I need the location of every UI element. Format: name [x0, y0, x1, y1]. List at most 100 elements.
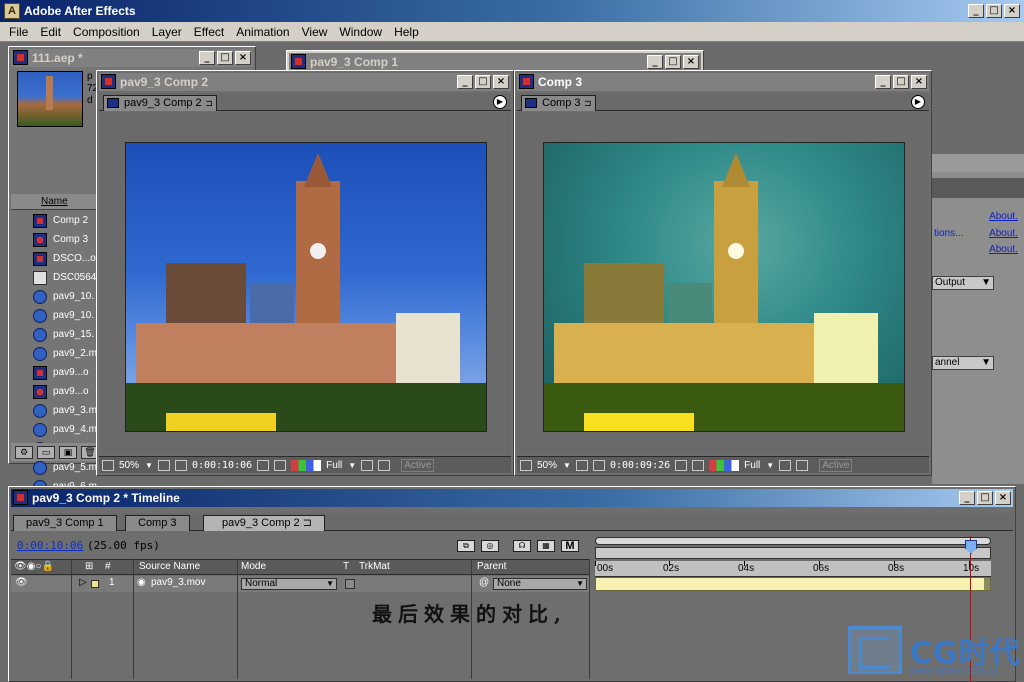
camera-dropdown[interactable]: Active	[401, 458, 435, 472]
project-item[interactable]: Comp 3	[11, 230, 103, 249]
new-comp-icon[interactable]: ▣	[59, 445, 77, 459]
timeline-titlebar[interactable]: pav9_3 Comp 2 * Timeline _ □ ×	[11, 489, 1013, 507]
project-titlebar[interactable]: 111.aep * _ □ ×	[11, 49, 253, 67]
frame-blending-icon[interactable]: ▦	[537, 540, 555, 552]
channel-dropdown[interactable]: annel ▼	[932, 356, 994, 370]
tab-pav9-3-comp1[interactable]: pav9_3 Comp 1	[13, 515, 117, 531]
project-item[interactable]: DSC05641	[11, 268, 103, 287]
project-item[interactable]: pav9...o	[11, 382, 103, 401]
comp1-maximize-button[interactable]: □	[665, 55, 681, 69]
interpret-footage-icon[interactable]: ⚙	[15, 445, 33, 459]
comp3-viewer[interactable]	[517, 112, 929, 455]
snapshot-icon[interactable]	[257, 459, 270, 471]
menu-file[interactable]: File	[3, 25, 34, 39]
project-item[interactable]: pav9_15.	[11, 325, 103, 344]
motion-blur-button[interactable]: M	[561, 540, 579, 552]
panel-menu-icon[interactable]: ▶	[493, 95, 507, 109]
timeline-maximize-button[interactable]: □	[977, 491, 993, 505]
comp-marker-icon[interactable]: ⧉	[457, 540, 475, 552]
time-navigator[interactable]	[595, 537, 991, 545]
comp1-close-button[interactable]: ×	[683, 55, 699, 69]
always-preview-icon[interactable]	[520, 459, 532, 471]
comp2-minimize-button[interactable]: _	[457, 75, 473, 89]
safe-zones-icon[interactable]	[157, 459, 170, 471]
menu-view[interactable]: View	[296, 25, 334, 39]
project-minimize-button[interactable]: _	[199, 51, 215, 65]
comp3-minimize-button[interactable]: _	[875, 75, 891, 89]
project-item[interactable]: pav9_3.m	[11, 401, 103, 420]
tab-comp3[interactable]: Comp 3 ⊐	[521, 95, 596, 111]
maximize-button[interactable]: □	[986, 4, 1002, 18]
name-column-header[interactable]: Name	[11, 194, 103, 210]
comp3-titlebar[interactable]: Comp 3 _ □ ×	[517, 73, 929, 91]
about-link[interactable]: About.	[989, 244, 1018, 255]
always-preview-icon[interactable]	[102, 459, 114, 471]
project-maximize-button[interactable]: □	[217, 51, 233, 65]
project-item[interactable]: DSCO...o	[11, 249, 103, 268]
panel-menu-icon[interactable]: ▶	[911, 95, 925, 109]
parent-dropdown[interactable]: None ▼	[493, 578, 587, 590]
comp2-titlebar[interactable]: pav9_3 Comp 2 _ □ ×	[99, 73, 511, 91]
channels-icon[interactable]	[709, 459, 740, 471]
preserve-transparency-checkbox[interactable]	[345, 579, 355, 589]
comp1-titlebar[interactable]: pav9_3 Comp 1 _ □ ×	[289, 53, 701, 71]
safe-zones-icon[interactable]	[575, 459, 588, 471]
layer-duration-bar[interactable]	[595, 577, 991, 591]
column-parent[interactable]: Parent	[477, 561, 506, 572]
comp2-close-button[interactable]: ×	[493, 75, 509, 89]
show-snapshot-icon[interactable]	[692, 459, 705, 471]
about-link[interactable]: About.	[989, 211, 1018, 222]
expand-triangle-icon[interactable]: ▷	[79, 577, 87, 588]
menu-animation[interactable]: Animation	[230, 25, 295, 39]
current-time[interactable]: 0:00:09:26	[610, 460, 670, 471]
label-color-swatch[interactable]	[91, 580, 99, 588]
comp2-maximize-button[interactable]: □	[475, 75, 491, 89]
draft-3d-icon[interactable]: ☊	[513, 540, 531, 552]
channels-icon[interactable]	[291, 459, 322, 471]
mask-view-icon[interactable]	[592, 459, 605, 471]
timeline-layer-row[interactable]: 👁 ▷ 1 ◉ pav9_3.mov Normal ▼ @ None ▼	[11, 576, 589, 592]
snapshot-icon[interactable]	[675, 459, 688, 471]
project-item[interactable]: pav9...o	[11, 363, 103, 382]
comp3-maximize-button[interactable]: □	[893, 75, 909, 89]
menu-effect[interactable]: Effect	[188, 25, 230, 39]
work-area-bar[interactable]	[595, 547, 991, 559]
project-item[interactable]: pav9_2.m	[11, 344, 103, 363]
time-ruler-ticks[interactable]: 00s 02s 04s 06s 08s 10s	[595, 561, 991, 577]
about-link[interactable]: About.	[989, 228, 1018, 239]
menu-window[interactable]: Window	[333, 25, 388, 39]
column-mode[interactable]: Mode	[241, 561, 266, 572]
tab-pav9-3-comp2[interactable]: pav9_3 Comp 2 ⊐	[203, 515, 325, 531]
comp1-minimize-button[interactable]: _	[647, 55, 663, 69]
transparency-grid-icon[interactable]	[378, 459, 391, 471]
show-snapshot-icon[interactable]	[274, 459, 287, 471]
timeline-current-time[interactable]: 0:00:10:06	[17, 539, 83, 552]
menu-layer[interactable]: Layer	[146, 25, 188, 39]
tab-comp2[interactable]: pav9_3 Comp 2 ⊐	[103, 95, 217, 111]
project-item[interactable]: pav9_10.	[11, 287, 103, 306]
current-time[interactable]: 0:00:10:06	[192, 460, 252, 471]
project-item[interactable]: Comp 2	[11, 211, 103, 230]
project-item[interactable]: pav9_10.	[11, 306, 103, 325]
blend-mode-dropdown[interactable]: Normal ▼	[241, 578, 337, 590]
project-item[interactable]: pav9_4.m	[11, 420, 103, 439]
column-source-name[interactable]: Source Name	[139, 561, 200, 572]
camera-dropdown[interactable]: Active	[819, 458, 853, 472]
project-close-button[interactable]: ×	[235, 51, 251, 65]
timeline-minimize-button[interactable]: _	[959, 491, 975, 505]
menu-composition[interactable]: Composition	[67, 25, 146, 39]
comp2-viewer[interactable]	[99, 112, 511, 455]
minimize-button[interactable]: _	[968, 4, 984, 18]
menu-edit[interactable]: Edit	[34, 25, 67, 39]
zoom-dropdown[interactable]: 50% ▼	[537, 460, 571, 471]
pick-whip-icon[interactable]: @	[479, 577, 489, 588]
timeline-close-button[interactable]: ×	[995, 491, 1011, 505]
close-button[interactable]: ×	[1004, 4, 1020, 18]
transparency-grid-icon[interactable]	[796, 459, 809, 471]
column-trkmat[interactable]: TrkMat	[359, 561, 390, 572]
options-link[interactable]: tions...	[934, 228, 963, 239]
menu-help[interactable]: Help	[388, 25, 425, 39]
zoom-dropdown[interactable]: 50% ▼	[119, 460, 153, 471]
visibility-eye-icon[interactable]: 👁	[15, 577, 28, 588]
tab-comp3[interactable]: Comp 3	[125, 515, 190, 531]
